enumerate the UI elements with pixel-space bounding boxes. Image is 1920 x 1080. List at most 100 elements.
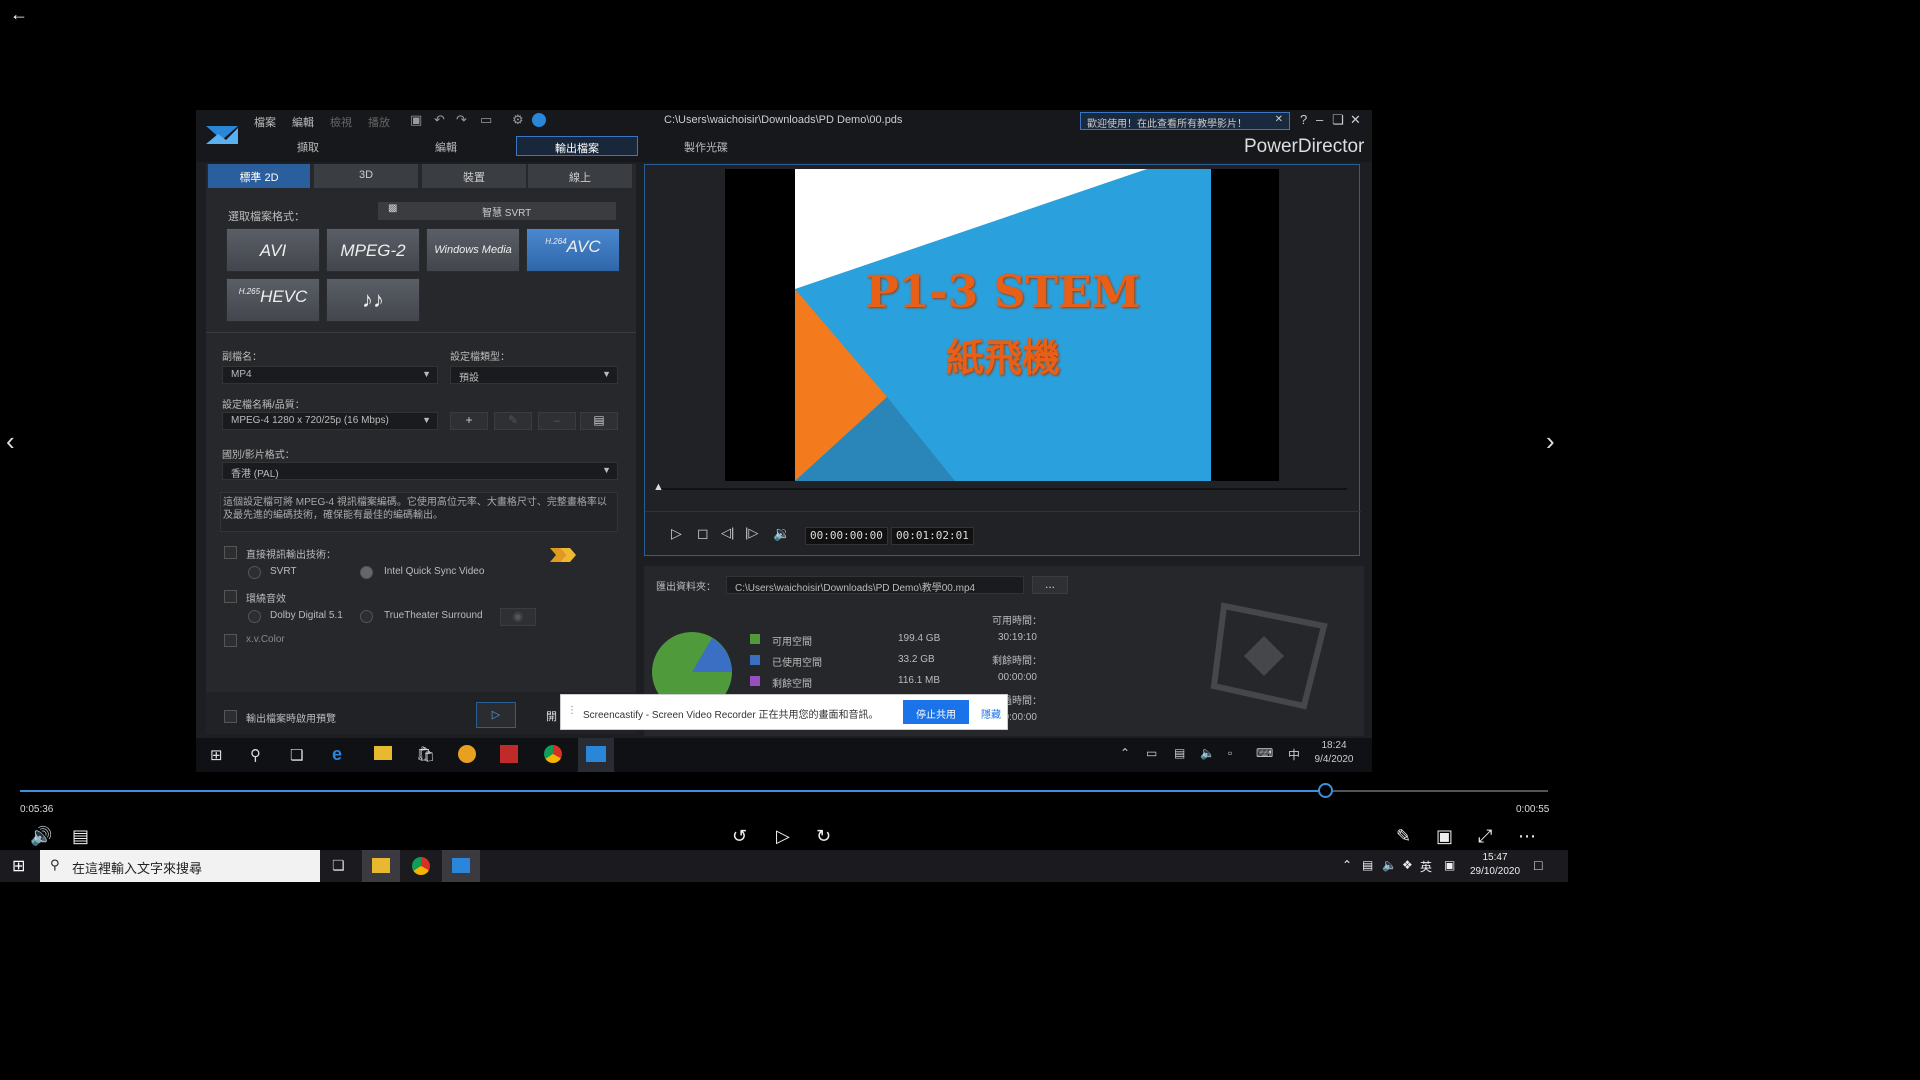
menu-edit[interactable]: 編輯 xyxy=(292,114,314,130)
app-circle-icon[interactable] xyxy=(458,745,476,763)
tab-edit[interactable]: 編輯 xyxy=(396,136,496,156)
welcome-banner[interactable]: 歡迎使用！在此查看所有教學影片！ ✕ xyxy=(1080,112,1290,130)
start-button[interactable]: 開 xyxy=(546,708,557,724)
region-dropdown[interactable]: 香港 (PAL) ▼ xyxy=(222,462,618,480)
add-profile-button[interactable]: + xyxy=(450,412,488,430)
stop-icon[interactable]: ◻ xyxy=(697,525,709,542)
play-icon[interactable]: ▷ xyxy=(776,826,790,847)
windows-start-icon[interactable]: ⊞ xyxy=(210,746,223,764)
keyboard-icon[interactable]: ⌨ xyxy=(1256,746,1273,760)
mini-player-icon[interactable]: ▣ xyxy=(1436,826,1453,847)
chrome-icon[interactable] xyxy=(412,857,430,875)
menu-view[interactable]: 檢視 xyxy=(330,114,352,130)
volume-icon[interactable]: 🔊 xyxy=(30,826,52,847)
enable-preview-checkbox[interactable] xyxy=(224,710,237,723)
profile-dropdown[interactable]: MPEG-4 1280 x 720/25p (16 Mbps) ▼ xyxy=(222,412,438,430)
edge-icon[interactable]: e xyxy=(332,744,342,765)
forward-30-icon[interactable]: ↻ xyxy=(816,826,831,847)
dolby-radio[interactable] xyxy=(248,610,261,623)
tab-capture[interactable]: 擷取 xyxy=(258,136,358,156)
preview-scrubber[interactable] xyxy=(659,488,1347,490)
dropbox-icon[interactable]: ❖ xyxy=(1402,858,1413,872)
minimize-icon[interactable]: – xyxy=(1316,112,1323,127)
previous-frame-icon[interactable]: ◁| xyxy=(721,525,734,541)
file-explorer-icon[interactable] xyxy=(372,858,390,873)
more-options-icon[interactable]: ⋯ xyxy=(1518,826,1536,847)
format-mpeg2-button[interactable]: MPEG-2 xyxy=(326,228,420,272)
save-icon[interactable]: ▣ xyxy=(410,112,422,128)
monitor-icon[interactable]: ▭ xyxy=(480,112,492,128)
rewind-10-icon[interactable]: ↺ xyxy=(732,826,747,847)
format-hevc-button[interactable]: H.265HEVC xyxy=(226,278,320,322)
notification-icon[interactable]: ▫ xyxy=(1228,746,1232,760)
surround-settings-icon[interactable]: ◉ xyxy=(500,608,536,626)
back-button[interactable]: ← xyxy=(10,4,32,24)
next-frame-icon[interactable]: |▷ xyxy=(745,525,758,541)
format-avc-button[interactable]: H.264AVC xyxy=(526,228,620,272)
seek-thumb[interactable] xyxy=(1317,783,1333,798)
svrt-button[interactable]: ▩ 智慧 SVRT xyxy=(378,202,616,220)
remove-profile-button[interactable]: – xyxy=(538,412,576,430)
svrt-radio[interactable] xyxy=(248,566,261,579)
chevron-up-icon[interactable]: ⌃ xyxy=(1342,858,1352,872)
task-view-icon[interactable]: ❏ xyxy=(332,857,345,874)
next-arrow-icon[interactable]: › xyxy=(1546,426,1555,457)
undo-icon[interactable]: ↶ xyxy=(434,112,445,128)
tab-output[interactable]: 輸出檔案 xyxy=(516,136,638,156)
close-window-icon[interactable]: ✕ xyxy=(1350,112,1361,128)
chevron-up-icon[interactable]: ⌃ xyxy=(1120,746,1130,760)
play-icon[interactable]: ▷ xyxy=(671,525,682,542)
powerdirector-taskbar-icon[interactable] xyxy=(586,746,606,762)
help-icon[interactable]: ? xyxy=(1300,112,1307,127)
hw-encoding-checkbox[interactable] xyxy=(224,546,237,559)
volume-icon[interactable]: 🔉 xyxy=(773,525,790,542)
windows-start-icon[interactable]: ⊞ xyxy=(12,856,25,876)
network-icon[interactable]: ▤ xyxy=(1174,746,1185,760)
redo-icon[interactable]: ↷ xyxy=(456,112,467,128)
ime-language-indicator[interactable]: 英 xyxy=(1420,858,1432,875)
tab-disc[interactable]: 製作光碟 xyxy=(656,136,756,156)
search-icon[interactable]: ⚲ xyxy=(250,746,261,764)
subtab-online[interactable]: 線上 xyxy=(528,164,632,188)
subtab-standard-2d[interactable]: 標準 2D xyxy=(208,164,310,188)
format-audio-button[interactable]: ♪♪ xyxy=(326,278,420,322)
profile-info-icon[interactable]: ▤ xyxy=(580,412,618,430)
edit-pencil-icon[interactable]: ✎ xyxy=(1396,826,1411,847)
export-folder-field[interactable]: C:\Users\waichoisir\Downloads\PD Demo\教學… xyxy=(726,576,1024,594)
media-player-icon[interactable] xyxy=(452,858,470,873)
office-app-icon[interactable] xyxy=(500,745,518,763)
menu-file[interactable]: 檔案 xyxy=(254,114,276,130)
truetheater-radio[interactable] xyxy=(360,610,373,623)
network-icon[interactable]: ▤ xyxy=(1362,858,1373,872)
subtab-3d[interactable]: 3D xyxy=(314,164,418,188)
xvcolor-checkbox[interactable] xyxy=(224,634,237,647)
preview-output-icon[interactable]: ▷ xyxy=(476,702,516,728)
task-view-icon[interactable]: ❏ xyxy=(290,746,303,764)
store-icon[interactable]: 🛍 xyxy=(416,745,435,763)
upgrade-icon[interactable] xyxy=(532,113,546,127)
ime-mode-icon[interactable]: ▣ xyxy=(1444,858,1455,872)
battery-icon[interactable]: ▭ xyxy=(1146,746,1157,760)
format-avi-button[interactable]: AVI xyxy=(226,228,320,272)
menu-play[interactable]: 播放 xyxy=(368,114,390,130)
format-wmv-button[interactable]: Windows Media xyxy=(426,228,520,272)
edit-profile-icon[interactable]: ✎ xyxy=(494,412,532,430)
chrome-icon[interactable] xyxy=(544,745,562,763)
profile-type-dropdown[interactable]: 預設 ▼ xyxy=(450,366,618,384)
ext-dropdown[interactable]: MP4 ▼ xyxy=(222,366,438,384)
speaker-icon[interactable]: 🔈 xyxy=(1200,746,1215,760)
subtitles-icon[interactable]: ▤ xyxy=(72,826,89,847)
close-icon[interactable]: ✕ xyxy=(1275,114,1283,125)
speaker-icon[interactable]: 🔈 xyxy=(1382,858,1397,872)
scrubber-handle-icon[interactable]: ▲ xyxy=(653,481,664,493)
surround-checkbox[interactable] xyxy=(224,590,237,603)
restore-icon[interactable]: ❏ xyxy=(1332,112,1344,128)
subtab-device[interactable]: 裝置 xyxy=(422,164,526,188)
stop-sharing-button[interactable]: 停止共用 xyxy=(903,700,969,724)
file-explorer-icon[interactable] xyxy=(374,746,392,760)
browse-button[interactable]: ... xyxy=(1032,576,1068,594)
taskbar-search-box[interactable]: ⚲ 在這裡輸入文字來搜尋 xyxy=(40,850,320,882)
action-center-icon[interactable]: □ xyxy=(1534,857,1542,873)
hide-button[interactable]: 隱藏 xyxy=(981,706,1001,721)
exit-fullscreen-icon[interactable]: ⤢ xyxy=(1478,826,1492,847)
